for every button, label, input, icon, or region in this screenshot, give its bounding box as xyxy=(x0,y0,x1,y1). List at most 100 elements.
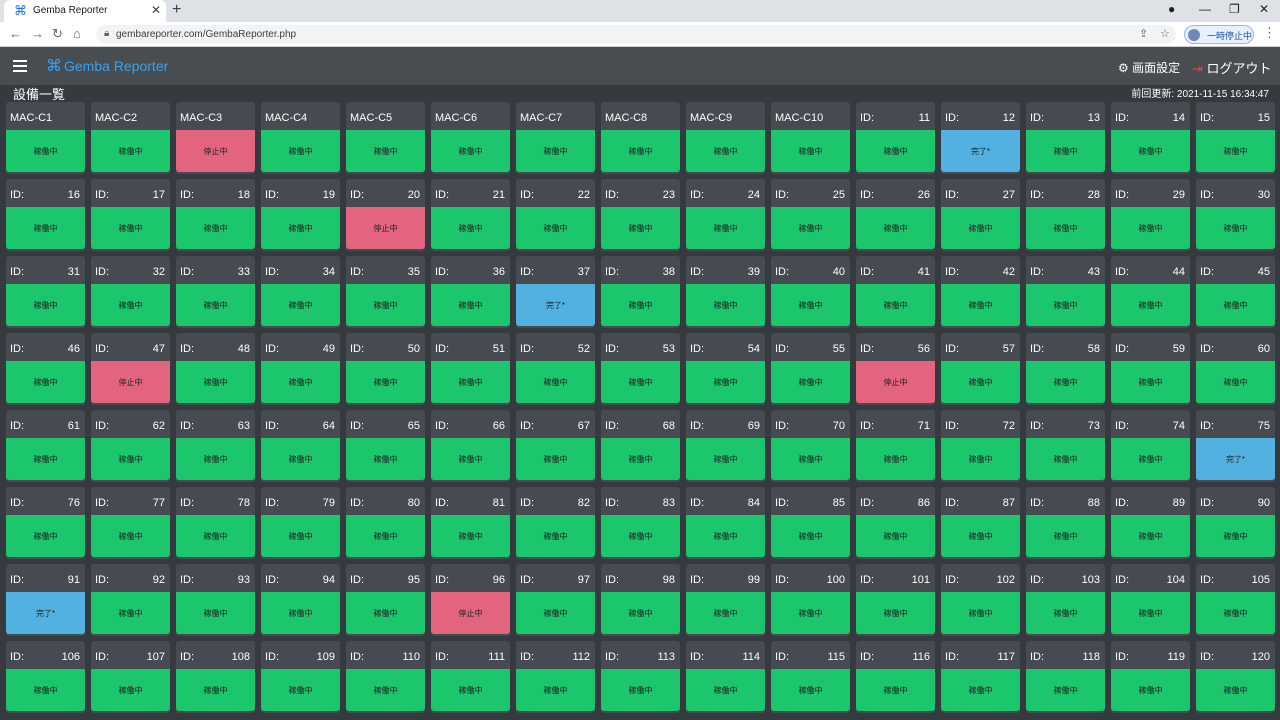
equipment-card[interactable]: ID: 106 稼働中 xyxy=(6,641,85,713)
equipment-card[interactable]: ID: 53 稼働中 xyxy=(601,333,680,405)
equipment-status[interactable]: 稼働中 xyxy=(431,515,510,557)
new-tab-icon[interactable]: + xyxy=(172,1,181,19)
equipment-status[interactable]: 完了* xyxy=(516,284,595,326)
equipment-status[interactable]: 稼働中 xyxy=(941,592,1020,634)
equipment-card[interactable]: ID: 75 完了* xyxy=(1196,410,1275,482)
equipment-card[interactable]: ID: 36 稼働中 xyxy=(431,256,510,328)
equipment-status[interactable]: 稼働中 xyxy=(261,284,340,326)
equipment-status[interactable]: 稼働中 xyxy=(601,669,680,711)
equipment-card[interactable]: ID: 82 稼働中 xyxy=(516,487,595,559)
equipment-status[interactable]: 稼働中 xyxy=(771,515,850,557)
equipment-status[interactable]: 稼働中 xyxy=(516,515,595,557)
equipment-card[interactable]: ID: 99 稼働中 xyxy=(686,564,765,636)
equipment-status[interactable]: 停止中 xyxy=(176,130,255,172)
equipment-card[interactable]: ID: 50 稼働中 xyxy=(346,333,425,405)
equipment-status[interactable]: 稼働中 xyxy=(601,130,680,172)
equipment-status[interactable]: 稼働中 xyxy=(6,130,85,172)
equipment-card[interactable]: ID: 46 稼働中 xyxy=(6,333,85,405)
equipment-status[interactable]: 稼働中 xyxy=(1026,361,1105,403)
equipment-status[interactable]: 稼働中 xyxy=(91,284,170,326)
equipment-card[interactable]: MAC-C2 稼働中 xyxy=(91,102,170,174)
equipment-card[interactable]: ID: 96 停止中 xyxy=(431,564,510,636)
equipment-card[interactable]: ID: 83 稼働中 xyxy=(601,487,680,559)
equipment-status[interactable]: 稼働中 xyxy=(176,592,255,634)
share-icon[interactable]: ⇪ xyxy=(1139,27,1148,40)
equipment-card[interactable]: ID: 69 稼働中 xyxy=(686,410,765,482)
equipment-card[interactable]: ID: 59 稼働中 xyxy=(1111,333,1190,405)
equipment-card[interactable]: ID: 40 稼働中 xyxy=(771,256,850,328)
equipment-status[interactable]: 稼働中 xyxy=(176,669,255,711)
equipment-status[interactable]: 稼働中 xyxy=(261,515,340,557)
equipment-status[interactable]: 稼働中 xyxy=(1111,438,1190,480)
equipment-card[interactable]: ID: 29 稼働中 xyxy=(1111,179,1190,251)
equipment-card[interactable]: ID: 93 稼働中 xyxy=(176,564,255,636)
equipment-card[interactable]: ID: 28 稼働中 xyxy=(1026,179,1105,251)
equipment-card[interactable]: ID: 70 稼働中 xyxy=(771,410,850,482)
equipment-status[interactable]: 稼働中 xyxy=(686,438,765,480)
equipment-card[interactable]: ID: 24 稼働中 xyxy=(686,179,765,251)
logout-link[interactable]: ⇥ ログアウト xyxy=(1192,58,1272,77)
reload-icon[interactable]: ↻ xyxy=(52,26,63,42)
equipment-status[interactable]: 稼働中 xyxy=(6,515,85,557)
url-field[interactable]: 🔒︎ gembareporter.com/GembaReporter.php ⇪… xyxy=(96,25,1176,44)
equipment-card[interactable]: ID: 115 稼働中 xyxy=(771,641,850,713)
equipment-card[interactable]: ID: 44 稼働中 xyxy=(1111,256,1190,328)
equipment-card[interactable]: ID: 52 稼働中 xyxy=(516,333,595,405)
profile-button[interactable]: 一時停止中 xyxy=(1184,25,1254,44)
equipment-status[interactable]: 稼働中 xyxy=(176,515,255,557)
equipment-card[interactable]: ID: 97 稼働中 xyxy=(516,564,595,636)
equipment-card[interactable]: ID: 32 稼働中 xyxy=(91,256,170,328)
hamburger-menu-icon[interactable] xyxy=(13,60,27,72)
browser-menu-icon[interactable]: ⋮ xyxy=(1263,25,1276,41)
equipment-card[interactable]: ID: 84 稼働中 xyxy=(686,487,765,559)
browser-tab[interactable]: ⌘ Gemba Reporter ✕ xyxy=(4,0,166,22)
equipment-card[interactable]: ID: 45 稼働中 xyxy=(1196,256,1275,328)
equipment-status[interactable]: 稼働中 xyxy=(516,207,595,249)
equipment-status[interactable]: 稼働中 xyxy=(6,284,85,326)
equipment-card[interactable]: ID: 107 稼働中 xyxy=(91,641,170,713)
equipment-status[interactable]: 稼働中 xyxy=(346,438,425,480)
equipment-status[interactable]: 稼働中 xyxy=(686,361,765,403)
equipment-card[interactable]: ID: 114 稼働中 xyxy=(686,641,765,713)
equipment-status[interactable]: 稼働中 xyxy=(1111,592,1190,634)
equipment-card[interactable]: ID: 85 稼働中 xyxy=(771,487,850,559)
equipment-card[interactable]: MAC-C8 稼働中 xyxy=(601,102,680,174)
equipment-card[interactable]: ID: 98 稼働中 xyxy=(601,564,680,636)
equipment-card[interactable]: ID: 81 稼働中 xyxy=(431,487,510,559)
equipment-status[interactable]: 稼働中 xyxy=(941,438,1020,480)
equipment-status[interactable]: 稼働中 xyxy=(1026,438,1105,480)
equipment-status[interactable]: 稼働中 xyxy=(601,284,680,326)
equipment-status[interactable]: 稼働中 xyxy=(91,207,170,249)
equipment-status[interactable]: 稼働中 xyxy=(1111,669,1190,711)
equipment-status[interactable]: 稼働中 xyxy=(91,438,170,480)
equipment-status[interactable]: 稼働中 xyxy=(601,438,680,480)
equipment-card[interactable]: ID: 87 稼働中 xyxy=(941,487,1020,559)
restore-icon[interactable]: ❐ xyxy=(1229,2,1240,16)
equipment-card[interactable]: ID: 120 稼働中 xyxy=(1196,641,1275,713)
forward-icon[interactable]: → xyxy=(31,26,44,41)
equipment-card[interactable]: ID: 80 稼働中 xyxy=(346,487,425,559)
equipment-card[interactable]: ID: 105 稼働中 xyxy=(1196,564,1275,636)
equipment-status[interactable]: 完了* xyxy=(1196,438,1275,480)
equipment-card[interactable]: ID: 35 稼働中 xyxy=(346,256,425,328)
equipment-card[interactable]: ID: 116 稼働中 xyxy=(856,641,935,713)
equipment-status[interactable]: 稼働中 xyxy=(1026,669,1105,711)
equipment-card[interactable]: ID: 39 稼働中 xyxy=(686,256,765,328)
equipment-status[interactable]: 稼働中 xyxy=(261,438,340,480)
equipment-status[interactable]: 稼働中 xyxy=(1196,515,1275,557)
equipment-status[interactable]: 稼働中 xyxy=(91,130,170,172)
equipment-card[interactable]: MAC-C4 稼働中 xyxy=(261,102,340,174)
equipment-card[interactable]: ID: 79 稼働中 xyxy=(261,487,340,559)
equipment-status[interactable]: 稼働中 xyxy=(176,361,255,403)
equipment-status[interactable]: 停止中 xyxy=(856,361,935,403)
equipment-card[interactable]: ID: 117 稼働中 xyxy=(941,641,1020,713)
equipment-status[interactable]: 稼働中 xyxy=(1026,130,1105,172)
equipment-status[interactable]: 稼働中 xyxy=(1196,361,1275,403)
equipment-card[interactable]: ID: 73 稼働中 xyxy=(1026,410,1105,482)
equipment-status[interactable]: 稼働中 xyxy=(346,515,425,557)
window-close-icon[interactable]: ✕ xyxy=(1259,2,1269,16)
equipment-card[interactable]: MAC-C3 停止中 xyxy=(176,102,255,174)
equipment-status[interactable]: 稼働中 xyxy=(91,669,170,711)
equipment-status[interactable]: 稼働中 xyxy=(941,669,1020,711)
equipment-card[interactable]: ID: 90 稼働中 xyxy=(1196,487,1275,559)
